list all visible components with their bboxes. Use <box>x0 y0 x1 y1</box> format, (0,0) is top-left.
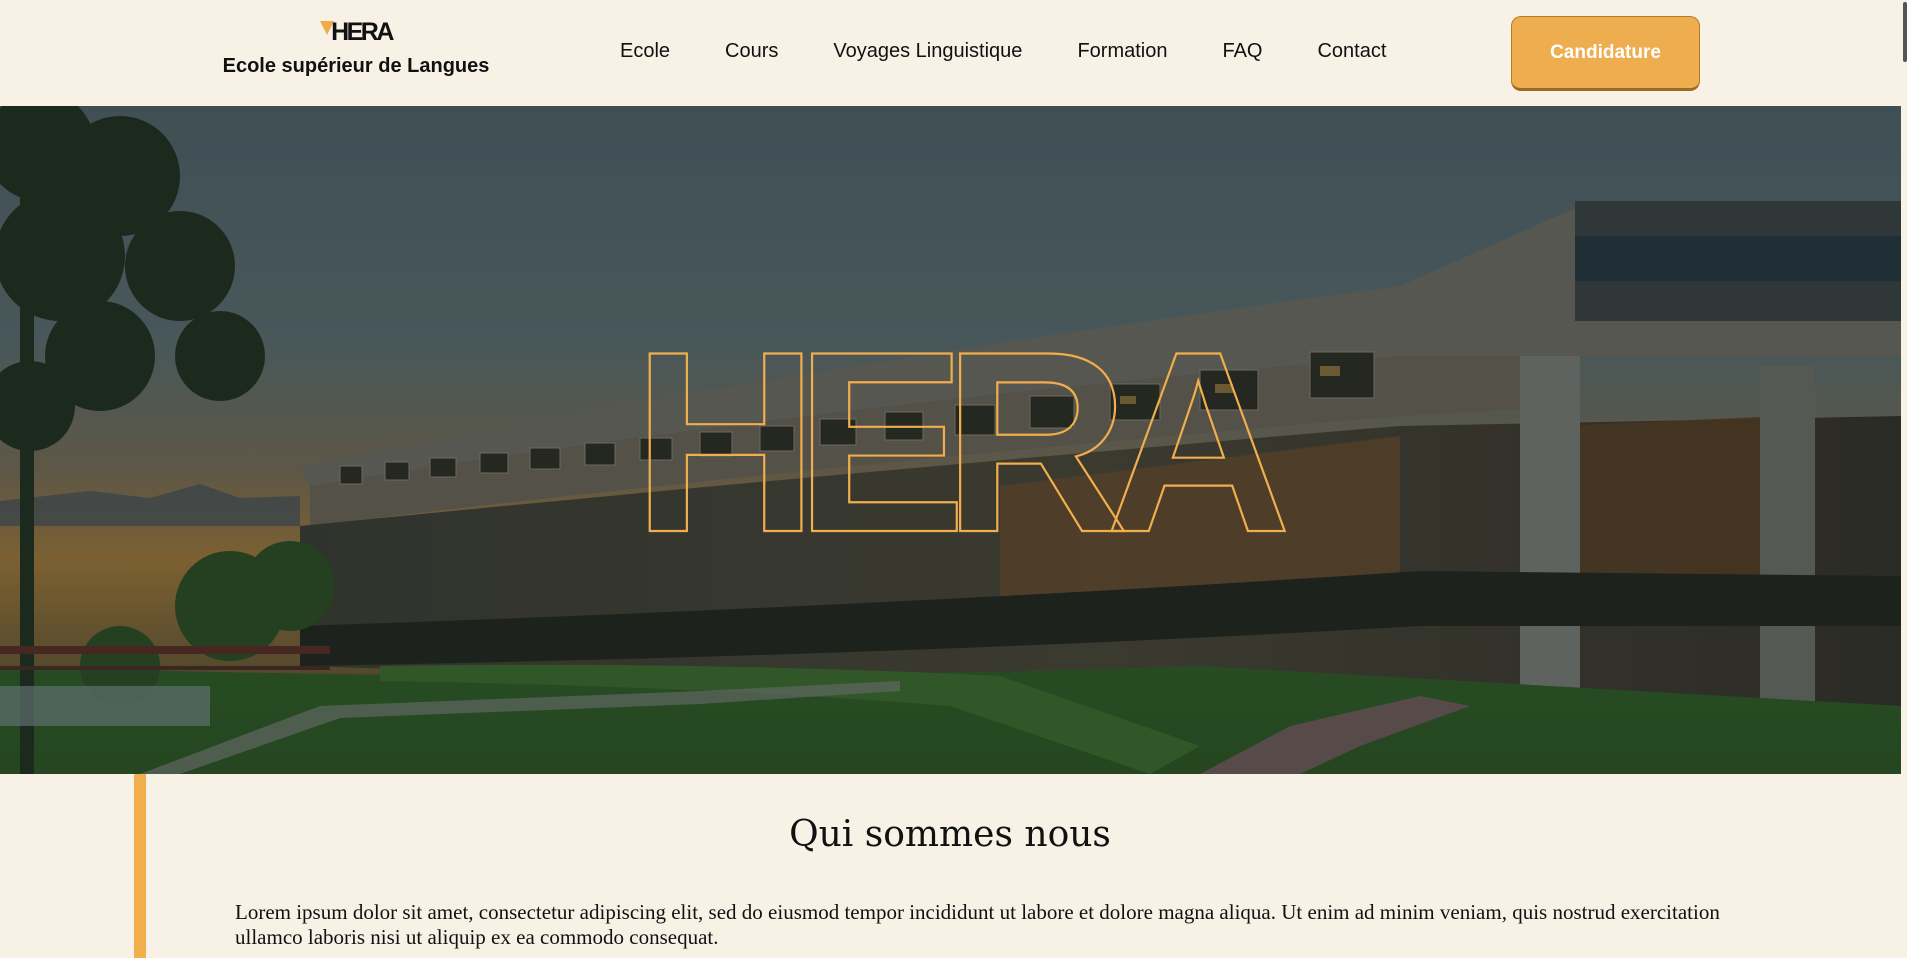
accent-bar <box>134 774 146 958</box>
main-nav: Ecole Cours Voyages Linguistique Formati… <box>620 40 1386 63</box>
brand-subtitle: Ecole supérieur de Langues <box>222 55 490 77</box>
about-text: Lorem ipsum dolor sit amet, consectetur … <box>235 900 1720 949</box>
hero-campus-image: HERA <box>0 106 1901 774</box>
candidature-button[interactable]: Candidature <box>1511 16 1700 91</box>
hero-outline-title: HERA <box>632 297 1286 586</box>
nav-item-cours[interactable]: Cours <box>725 40 778 63</box>
scrollbar[interactable] <box>1901 0 1907 958</box>
brand[interactable]: HERA Ecole supérieur de Langues <box>220 18 492 78</box>
hera-logo[interactable]: HERA <box>320 18 394 46</box>
nav-item-formation[interactable]: Formation <box>1077 40 1167 63</box>
nav-item-contact[interactable]: Contact <box>1317 40 1386 63</box>
hero-banner: HERA <box>0 106 1901 774</box>
site-header: HERA Ecole supérieur de Langues Ecole Co… <box>0 0 1907 106</box>
about-title: Qui sommes nous <box>789 814 1111 855</box>
logo-text: HERA <box>331 18 394 46</box>
about-section: Qui sommes nous Lorem ipsum dolor sit am… <box>0 774 1907 958</box>
nav-item-faq[interactable]: FAQ <box>1222 40 1262 63</box>
nav-item-ecole[interactable]: Ecole <box>620 40 670 63</box>
nav-item-voyages-linguistique[interactable]: Voyages Linguistique <box>833 40 1022 63</box>
scrollbar-thumb[interactable] <box>1903 2 1907 62</box>
